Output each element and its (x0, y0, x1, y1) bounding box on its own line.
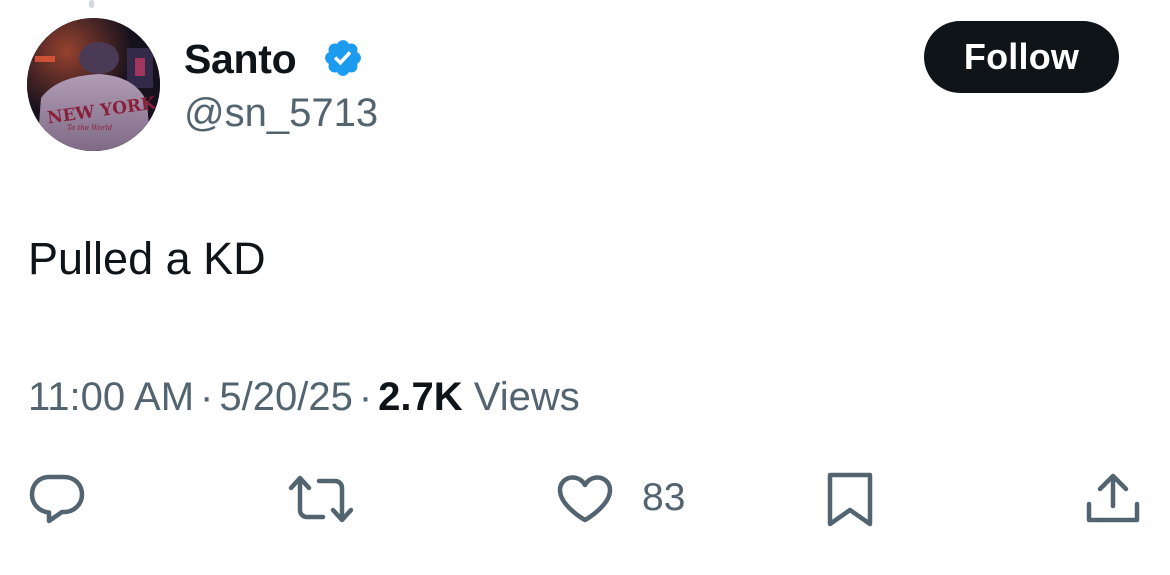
bookmark-icon (827, 472, 873, 527)
verified-badge-icon (325, 40, 361, 76)
share-button[interactable] (1084, 472, 1142, 526)
bookmark-button[interactable] (826, 471, 874, 529)
tweet-text: Pulled a KD (28, 233, 266, 284)
svg-text:To the World: To the World (67, 124, 113, 132)
retweet-button[interactable] (287, 474, 355, 524)
share-icon (1086, 473, 1140, 523)
tweet-meta: 11:00 AM · 5/20/25 · 2.7K Views (28, 373, 580, 421)
user-handle[interactable]: @sn_5713 (184, 90, 378, 136)
reply-icon (29, 474, 85, 524)
meta-separator: · (200, 375, 214, 419)
follow-button[interactable]: Follow (924, 21, 1119, 93)
like-icon (557, 475, 613, 523)
like-count: 83 (642, 476, 686, 519)
thread-line (89, 0, 94, 8)
meta-separator: · (358, 375, 373, 419)
avatar-image: NEW YORK To the World (27, 18, 160, 151)
reply-button[interactable] (28, 472, 86, 526)
retweet-icon (288, 475, 354, 523)
display-name[interactable]: Santo (184, 36, 297, 82)
like-button[interactable] (556, 474, 614, 524)
views-count: 2.7K (378, 375, 463, 419)
avatar[interactable]: NEW YORK To the World (27, 18, 160, 151)
tweet-time[interactable]: 11:00 AM (28, 375, 194, 419)
views-label: Views (473, 375, 580, 419)
tweet-date[interactable]: 5/20/25 (219, 375, 352, 419)
